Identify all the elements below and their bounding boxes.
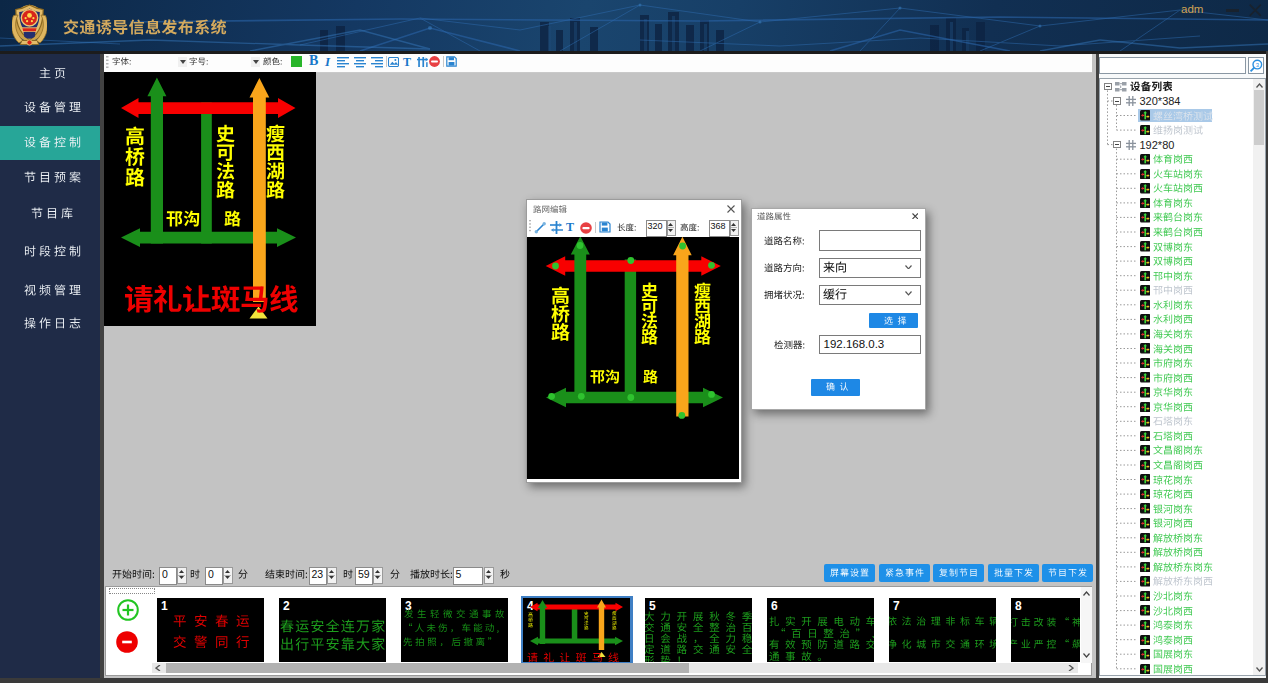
svg-text:3: 3 [1255, 62, 1259, 68]
